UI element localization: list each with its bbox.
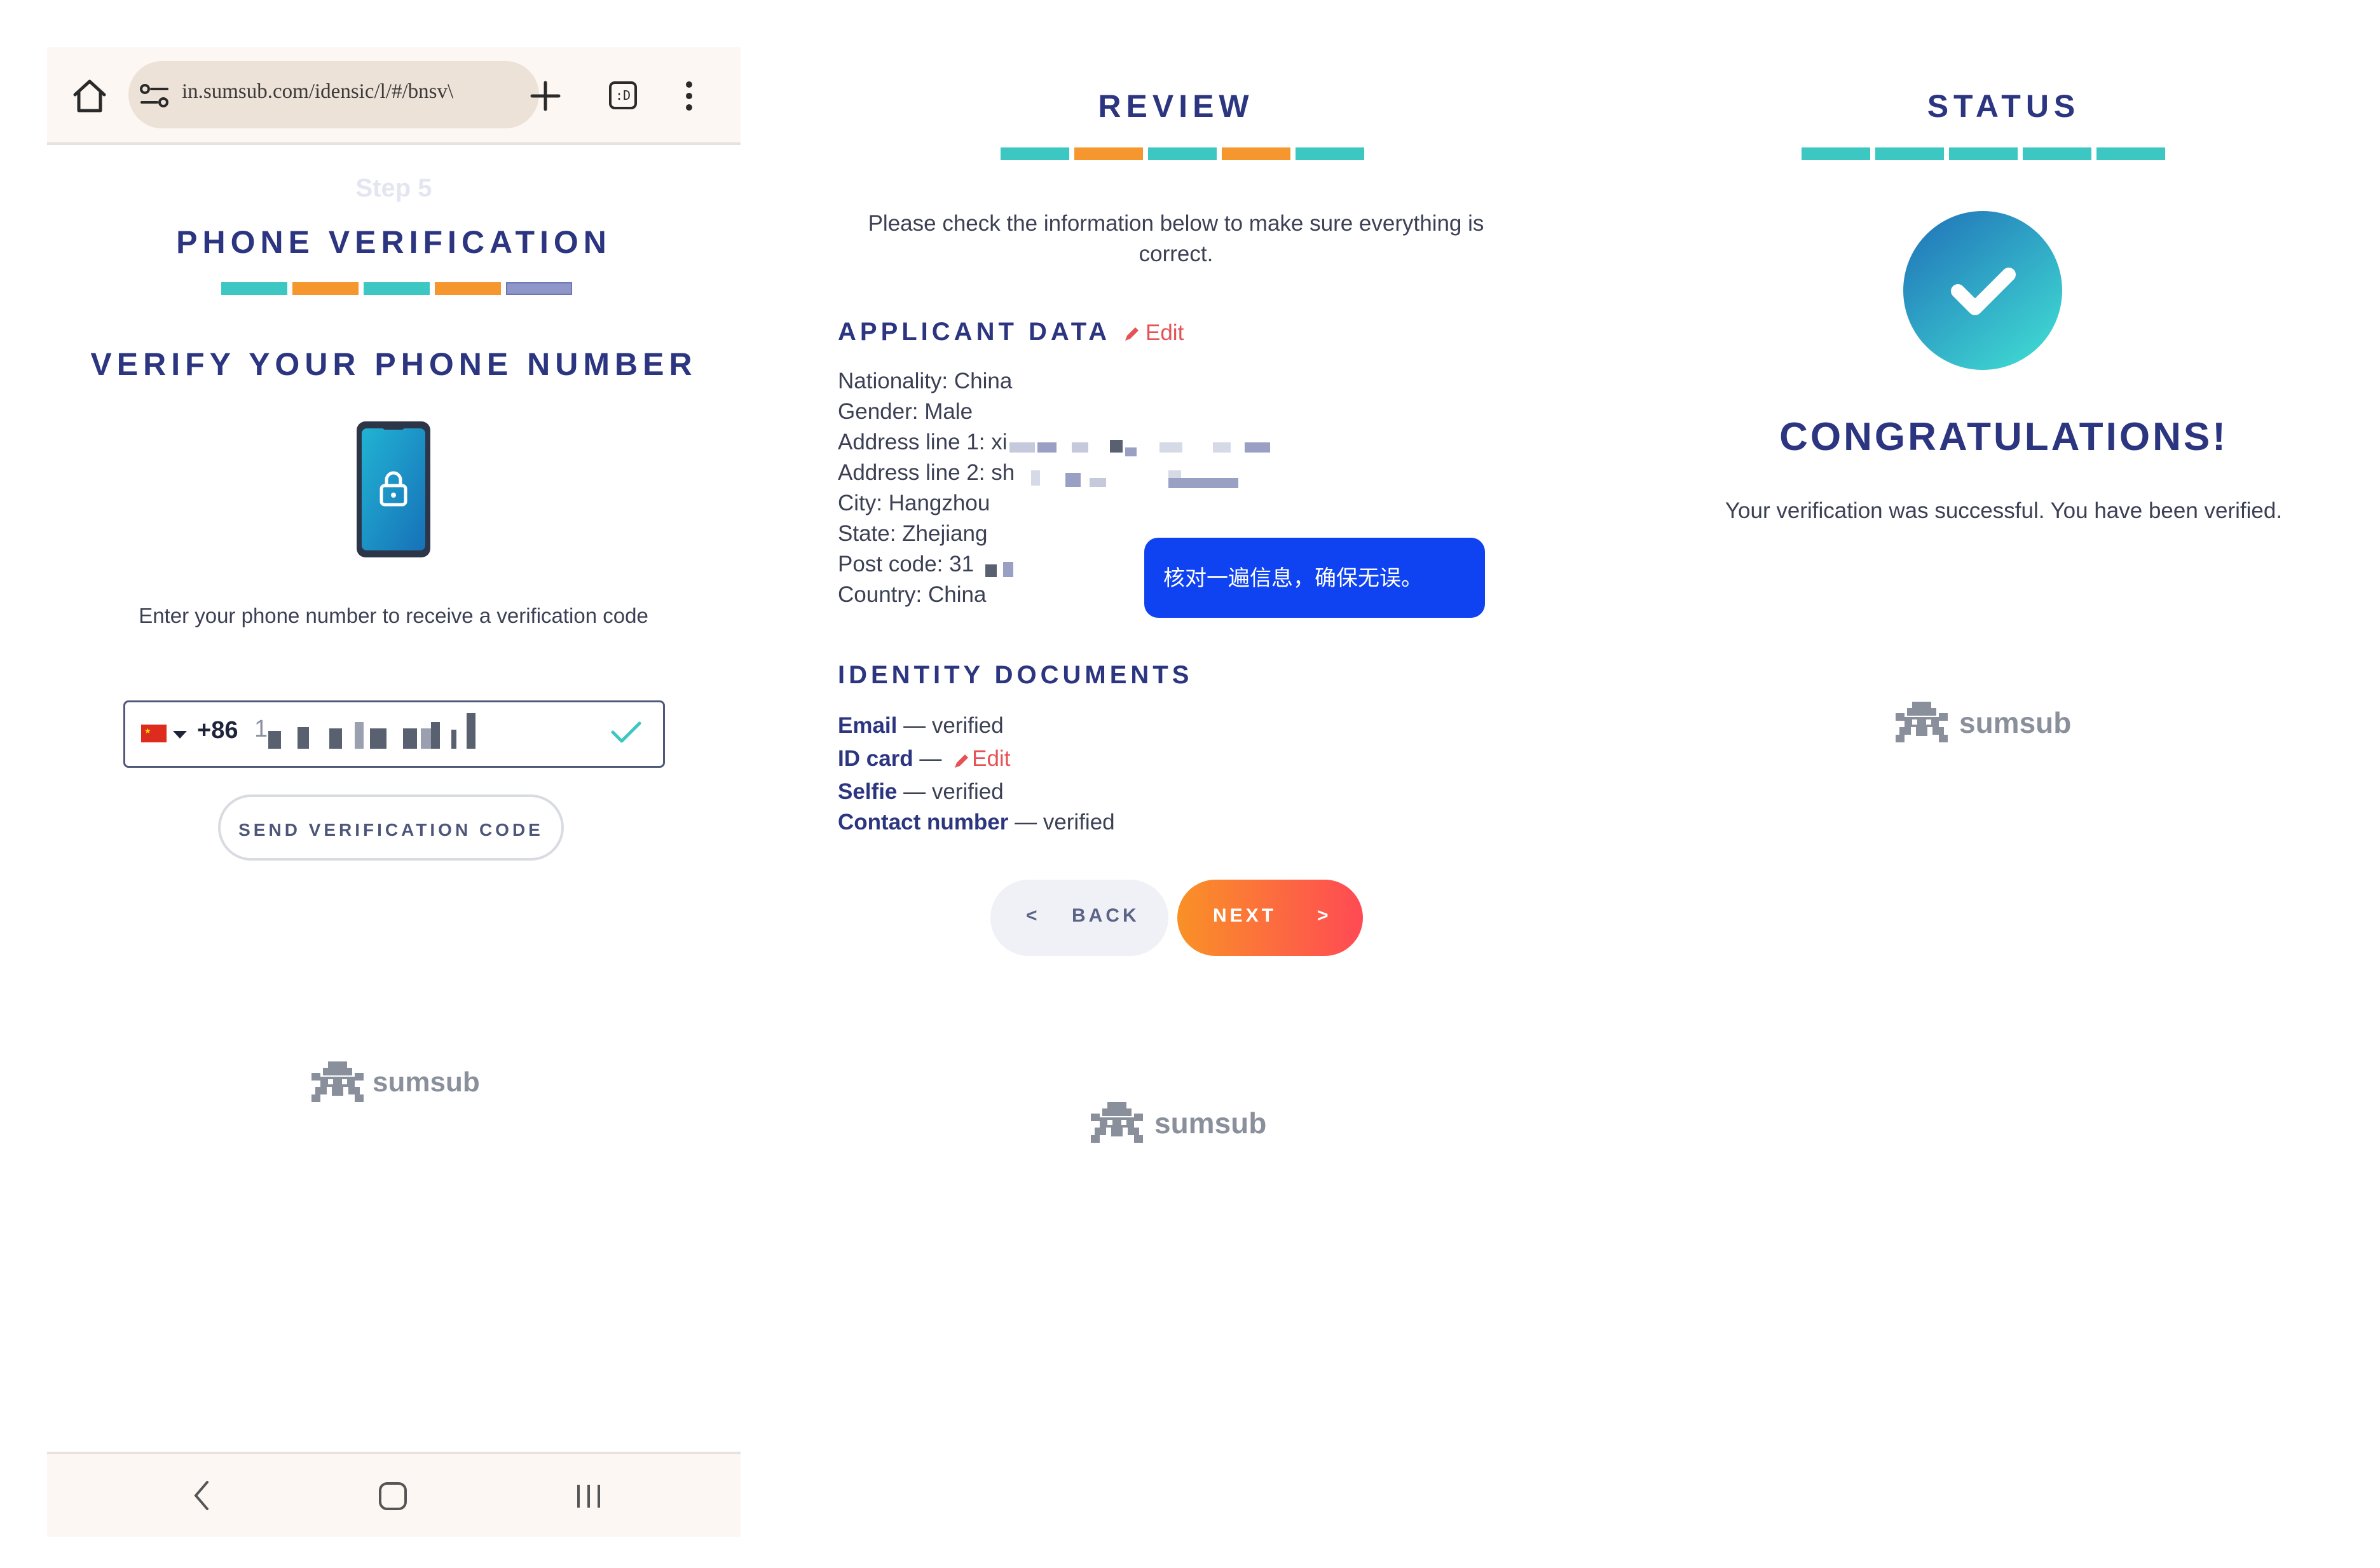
home-icon[interactable] [71, 78, 108, 114]
field-post-code: Post code: 31 [838, 552, 975, 576]
tabs-switcher-icon[interactable]: :D [609, 81, 637, 109]
field-address-line-2: Address line 2: sh [838, 460, 1015, 485]
document-name: Email [838, 713, 898, 738]
status-panel: STATUS CONGRATULATIONS! Your verificatio… [1627, 0, 2380, 1568]
home-nav-icon[interactable] [378, 1481, 408, 1511]
document-status: verified [931, 779, 1004, 804]
field-country: Country: China [838, 582, 987, 607]
progress-segment [292, 282, 359, 295]
sumsub-logo-icon [1091, 1102, 1143, 1143]
pencil-icon[interactable] [1123, 324, 1142, 343]
page-title: PHONE VERIFICATION [176, 224, 612, 260]
phone-lock-illustration-icon [357, 421, 430, 557]
url-text[interactable]: in.sumsub.com/idensic/l/#/bnsv\ [182, 80, 525, 109]
recents-nav-icon[interactable] [575, 1482, 603, 1510]
instructions-text: Enter your phone number to receive a ver… [139, 604, 648, 627]
progress-segment [435, 282, 501, 295]
send-verification-code-button[interactable]: SEND VERIFICATION CODE [218, 794, 564, 861]
sumsub-logo-icon [1896, 702, 1948, 742]
document-row-id-card: ID card — Edit [838, 746, 1010, 772]
document-status: verified [1043, 810, 1115, 835]
phone-number-visible-digit[interactable]: 1 [254, 716, 268, 743]
identity-documents-heading: IDENTITY DOCUMENTS [838, 661, 1193, 689]
document-row-email: Email — verified [838, 713, 1004, 739]
review-intro-text: Please check the information below to ma… [868, 211, 1484, 266]
next-button-label: NEXT [1213, 905, 1277, 926]
document-row-selfie: Selfie — verified [838, 779, 1004, 805]
sumsub-brand-text: sumsub [373, 1067, 480, 1098]
back-nav-icon[interactable] [192, 1480, 211, 1511]
section-heading: VERIFY YOUR PHONE NUMBER [90, 346, 697, 382]
progress-segment [364, 282, 430, 295]
checkmark-icon [611, 721, 641, 743]
browser-toolbar: in.sumsub.com/idensic/l/#/bnsv\ :D [47, 47, 741, 145]
progress-segment [1802, 147, 1870, 160]
document-row-contact-number: Contact number — verified [838, 810, 1115, 835]
step-label: Step 5 [355, 174, 432, 202]
sumsub-logo-icon [311, 1061, 364, 1102]
document-separator: — [897, 779, 932, 804]
back-button-label: BACK [1072, 905, 1140, 926]
flag-star-icon: ★ [144, 726, 151, 735]
progress-segment [1296, 147, 1364, 160]
next-button[interactable]: NEXT > [1177, 880, 1363, 956]
status-title: STATUS [1927, 88, 2081, 124]
congratulations-headline: CONGRATULATIONS! [1779, 415, 2228, 459]
new-tab-icon[interactable] [528, 79, 563, 113]
chevron-down-icon[interactable] [172, 730, 188, 740]
document-separator: — [1008, 810, 1043, 835]
sumsub-brand-text: sumsub [1959, 706, 2072, 739]
document-separator: — [913, 746, 948, 771]
progress-segment [1001, 147, 1069, 160]
china-flag-icon: ★ [141, 725, 167, 742]
progress-segment [1148, 147, 1217, 160]
field-gender: Gender: Male [838, 399, 973, 424]
tooltip-text: 核对一遍信息，确保无误。 [1163, 566, 1423, 591]
site-settings-icon[interactable] [139, 82, 170, 110]
sumsub-brand-text: sumsub [1154, 1107, 1267, 1140]
document-name: Contact number [838, 810, 1009, 835]
field-address-line-1: Address line 1: xi [838, 430, 1008, 454]
progress-segment [2096, 147, 2165, 160]
phone-screen: in.sumsub.com/idensic/l/#/bnsv\ :D Step … [47, 47, 741, 1537]
progress-segment [1222, 147, 1290, 160]
field-city: City: Hangzhou [838, 491, 990, 515]
country-code[interactable]: +86 [197, 717, 238, 744]
progress-segment [2023, 147, 2091, 160]
status-message: Your verification was successful. You ha… [1725, 498, 2283, 523]
chevron-right-icon: > [1317, 905, 1329, 926]
document-name: Selfie [838, 779, 898, 804]
id-card-edit-link[interactable]: Edit [972, 746, 1010, 771]
progress-segment-current [506, 282, 572, 295]
document-separator: — [897, 713, 932, 738]
progress-segment [1875, 147, 1944, 160]
applicant-data-heading: APPLICANT DATA [838, 318, 1111, 346]
success-check-icon [1903, 211, 2062, 370]
system-navigation-bar [47, 1452, 741, 1537]
field-nationality: Nationality: China [838, 369, 1013, 393]
review-title: REVIEW [1098, 88, 1254, 124]
review-panel: REVIEW Please check the information belo… [801, 0, 1551, 1568]
pencil-icon[interactable] [952, 751, 971, 770]
document-status: verified [931, 713, 1004, 738]
field-state: State: Zhejiang [838, 521, 988, 546]
chevron-left-icon: < [1026, 905, 1037, 926]
progress-segment [1074, 147, 1143, 160]
back-button[interactable]: < BACK [990, 880, 1168, 956]
more-menu-icon[interactable] [683, 79, 695, 113]
progress-segment [221, 282, 287, 295]
document-name: ID card [838, 746, 913, 771]
progress-segment [1949, 147, 2018, 160]
applicant-edit-link[interactable]: Edit [1146, 320, 1184, 346]
